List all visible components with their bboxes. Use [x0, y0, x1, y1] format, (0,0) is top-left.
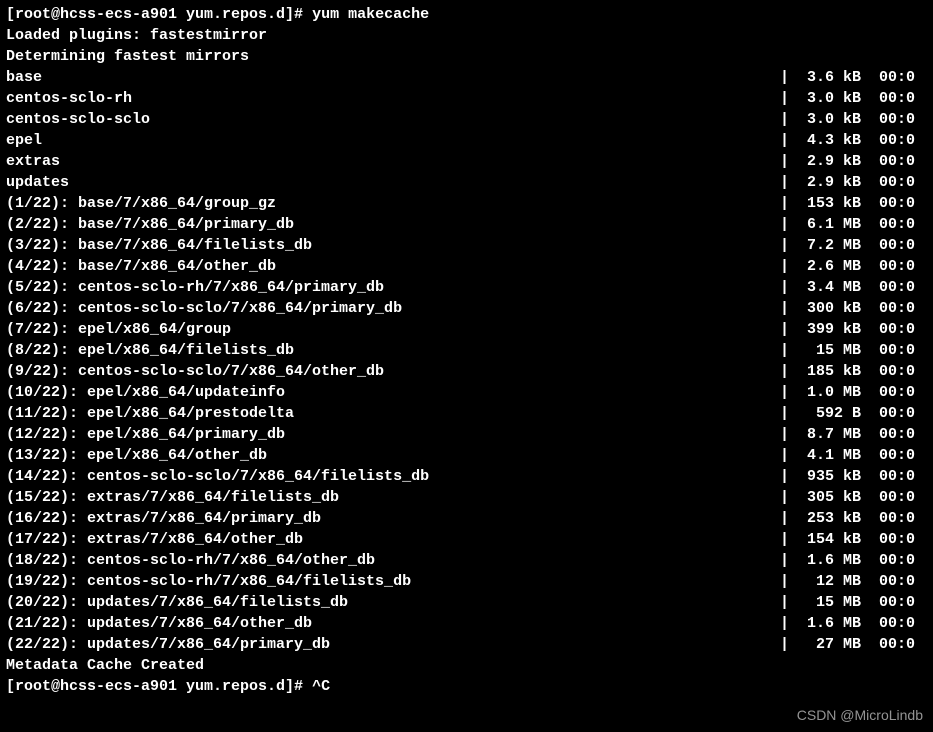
pre-message-1: Determining fastest mirrors	[6, 46, 927, 67]
download-line-label: (5/22): centos-sclo-rh/7/x86_64/primary_…	[6, 277, 384, 298]
download-line-label: (9/22): centos-sclo-sclo/7/x86_64/other_…	[6, 361, 384, 382]
download-line-size: | 4.1 MB 00:0	[780, 445, 927, 466]
download-line-size: | 935 kB 00:0	[780, 466, 927, 487]
download-line: (3/22): base/7/x86_64/filelists_db | 7.2 …	[6, 235, 927, 256]
download-line-size: | 12 MB 00:0	[780, 571, 927, 592]
download-line: (22/22): updates/7/x86_64/primary_db | 27…	[6, 634, 927, 655]
download-line-label: (20/22): updates/7/x86_64/filelists_db	[6, 592, 348, 613]
post-message-0: Metadata Cache Created	[6, 655, 927, 676]
download-line-label: (16/22): extras/7/x86_64/primary_db	[6, 508, 321, 529]
download-line: (21/22): updates/7/x86_64/other_db | 1.6 …	[6, 613, 927, 634]
download-line-size: | 1.6 MB 00:0	[780, 550, 927, 571]
download-line-label: (14/22): centos-sclo-sclo/7/x86_64/filel…	[6, 466, 429, 487]
repo-line-size: | 2.9 kB 00:0	[780, 151, 927, 172]
download-line: (12/22): epel/x86_64/primary_db | 8.7 MB …	[6, 424, 927, 445]
download-line-size: | 7.2 MB 00:0	[780, 235, 927, 256]
download-line-size: | 8.7 MB 00:0	[780, 424, 927, 445]
watermark: CSDN @MicroLindb	[797, 706, 923, 726]
repo-line-label: base	[6, 67, 42, 88]
repo-line-size: | 4.3 kB 00:0	[780, 130, 927, 151]
download-line-label: (21/22): updates/7/x86_64/other_db	[6, 613, 312, 634]
download-line: (13/22): epel/x86_64/other_db | 4.1 MB 00…	[6, 445, 927, 466]
download-line: (11/22): epel/x86_64/prestodelta | 592 B …	[6, 403, 927, 424]
repo-line-size: | 3.0 kB 00:0	[780, 109, 927, 130]
download-line: (7/22): epel/x86_64/group | 399 kB 00:0	[6, 319, 927, 340]
repo-line: base | 3.6 kB 00:0	[6, 67, 927, 88]
shell-prompt-2: [root@hcss-ecs-a901 yum.repos.d]# ^C	[6, 676, 927, 697]
download-line: (15/22): extras/7/x86_64/filelists_db | 3…	[6, 487, 927, 508]
repo-line: centos-sclo-sclo | 3.0 kB 00:0	[6, 109, 927, 130]
download-line-label: (12/22): epel/x86_64/primary_db	[6, 424, 285, 445]
repo-line: extras | 2.9 kB 00:0	[6, 151, 927, 172]
download-line: (10/22): epel/x86_64/updateinfo | 1.0 MB …	[6, 382, 927, 403]
repo-line-label: centos-sclo-rh	[6, 88, 132, 109]
download-line-label: (11/22): epel/x86_64/prestodelta	[6, 403, 294, 424]
download-line-size: | 253 kB 00:0	[780, 508, 927, 529]
download-line: (19/22): centos-sclo-rh/7/x86_64/filelis…	[6, 571, 927, 592]
terminal-output[interactable]: [root@hcss-ecs-a901 yum.repos.d]# yum ma…	[0, 0, 933, 701]
download-line: (5/22): centos-sclo-rh/7/x86_64/primary_…	[6, 277, 927, 298]
repo-line-label: centos-sclo-sclo	[6, 109, 150, 130]
download-line: (17/22): extras/7/x86_64/other_db | 154 k…	[6, 529, 927, 550]
pre-message-0: Loaded plugins: fastestmirror	[6, 25, 927, 46]
download-line-size: | 6.1 MB 00:0	[780, 214, 927, 235]
download-line-label: (6/22): centos-sclo-sclo/7/x86_64/primar…	[6, 298, 402, 319]
download-line-label: (8/22): epel/x86_64/filelists_db	[6, 340, 294, 361]
download-line-label: (2/22): base/7/x86_64/primary_db	[6, 214, 294, 235]
download-line: (18/22): centos-sclo-rh/7/x86_64/other_d…	[6, 550, 927, 571]
shell-prompt-1: [root@hcss-ecs-a901 yum.repos.d]# yum ma…	[6, 4, 927, 25]
repo-line: updates | 2.9 kB 00:0	[6, 172, 927, 193]
download-line: (14/22): centos-sclo-sclo/7/x86_64/filel…	[6, 466, 927, 487]
download-line-size: | 27 MB 00:0	[780, 634, 927, 655]
download-line-size: | 592 B 00:0	[780, 403, 927, 424]
download-line-size: | 300 kB 00:0	[780, 298, 927, 319]
download-line-label: (22/22): updates/7/x86_64/primary_db	[6, 634, 330, 655]
download-line: (9/22): centos-sclo-sclo/7/x86_64/other_…	[6, 361, 927, 382]
prompt-text: [root@hcss-ecs-a901 yum.repos.d]#	[6, 678, 312, 695]
repo-line-size: | 2.9 kB 00:0	[780, 172, 927, 193]
repo-line-label: extras	[6, 151, 60, 172]
repo-line: epel | 4.3 kB 00:0	[6, 130, 927, 151]
download-line: (4/22): base/7/x86_64/other_db | 2.6 MB 0…	[6, 256, 927, 277]
download-line-label: (15/22): extras/7/x86_64/filelists_db	[6, 487, 339, 508]
download-line-label: (1/22): base/7/x86_64/group_gz	[6, 193, 276, 214]
download-line-size: | 1.6 MB 00:0	[780, 613, 927, 634]
download-line: (6/22): centos-sclo-sclo/7/x86_64/primar…	[6, 298, 927, 319]
download-line-size: | 15 MB 00:0	[780, 340, 927, 361]
download-line-label: (4/22): base/7/x86_64/other_db	[6, 256, 276, 277]
repo-line-label: updates	[6, 172, 69, 193]
download-line-size: | 153 kB 00:0	[780, 193, 927, 214]
download-line: (1/22): base/7/x86_64/group_gz | 153 kB 0…	[6, 193, 927, 214]
download-line-size: | 185 kB 00:0	[780, 361, 927, 382]
download-line: (20/22): updates/7/x86_64/filelists_db | …	[6, 592, 927, 613]
download-line-label: (13/22): epel/x86_64/other_db	[6, 445, 267, 466]
download-line-label: (10/22): epel/x86_64/updateinfo	[6, 382, 285, 403]
download-line-size: | 399 kB 00:0	[780, 319, 927, 340]
command-entered: ^C	[312, 678, 330, 695]
download-line-size: | 3.4 MB 00:0	[780, 277, 927, 298]
download-line-size: | 2.6 MB 00:0	[780, 256, 927, 277]
download-line-label: (19/22): centos-sclo-rh/7/x86_64/filelis…	[6, 571, 411, 592]
download-line-label: (7/22): epel/x86_64/group	[6, 319, 231, 340]
download-line-size: | 305 kB 00:0	[780, 487, 927, 508]
download-line: (2/22): base/7/x86_64/primary_db | 6.1 MB…	[6, 214, 927, 235]
download-line: (16/22): extras/7/x86_64/primary_db | 253…	[6, 508, 927, 529]
repo-line-size: | 3.0 kB 00:0	[780, 88, 927, 109]
prompt-text: [root@hcss-ecs-a901 yum.repos.d]#	[6, 6, 312, 23]
download-line-label: (3/22): base/7/x86_64/filelists_db	[6, 235, 312, 256]
command-entered: yum makecache	[312, 6, 429, 23]
download-line-label: (18/22): centos-sclo-rh/7/x86_64/other_d…	[6, 550, 375, 571]
repo-line-size: | 3.6 kB 00:0	[780, 67, 927, 88]
download-line-size: | 15 MB 00:0	[780, 592, 927, 613]
download-line-size: | 154 kB 00:0	[780, 529, 927, 550]
download-line-label: (17/22): extras/7/x86_64/other_db	[6, 529, 303, 550]
repo-line-label: epel	[6, 130, 42, 151]
download-line: (8/22): epel/x86_64/filelists_db | 15 MB …	[6, 340, 927, 361]
download-line-size: | 1.0 MB 00:0	[780, 382, 927, 403]
repo-line: centos-sclo-rh | 3.0 kB 00:0	[6, 88, 927, 109]
